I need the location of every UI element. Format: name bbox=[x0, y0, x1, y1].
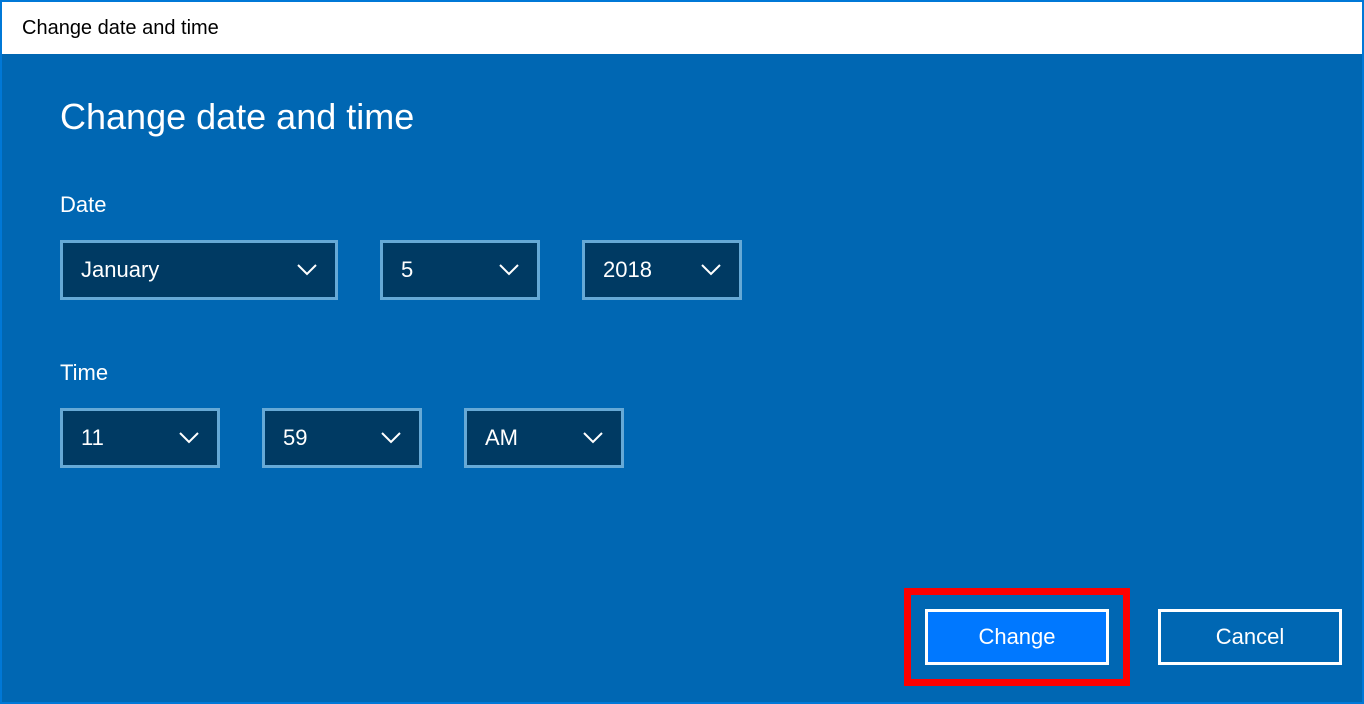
chevron-down-icon bbox=[297, 264, 317, 276]
date-row: January 5 2018 bbox=[60, 240, 1362, 300]
hour-value: 11 bbox=[81, 425, 104, 451]
day-value: 5 bbox=[401, 257, 413, 283]
chevron-down-icon bbox=[179, 432, 199, 444]
minute-dropdown[interactable]: 59 bbox=[262, 408, 422, 468]
chevron-down-icon bbox=[701, 264, 721, 276]
page-heading: Change date and time bbox=[60, 96, 1362, 138]
content-area: Change date and time Date January 5 2018 bbox=[2, 54, 1362, 702]
button-row: Change Cancel bbox=[904, 588, 1342, 686]
change-date-time-window: Change date and time Change date and tim… bbox=[0, 0, 1364, 704]
chevron-down-icon bbox=[583, 432, 603, 444]
change-button-label: Change bbox=[978, 624, 1055, 650]
month-value: January bbox=[81, 257, 159, 283]
year-dropdown[interactable]: 2018 bbox=[582, 240, 742, 300]
month-dropdown[interactable]: January bbox=[60, 240, 338, 300]
window-title: Change date and time bbox=[22, 17, 219, 40]
minute-value: 59 bbox=[283, 425, 307, 451]
title-bar: Change date and time bbox=[2, 2, 1362, 54]
ampm-dropdown[interactable]: AM bbox=[464, 408, 624, 468]
chevron-down-icon bbox=[499, 264, 519, 276]
hour-dropdown[interactable]: 11 bbox=[60, 408, 220, 468]
highlight-annotation: Change bbox=[904, 588, 1130, 686]
time-label: Time bbox=[60, 360, 1362, 386]
cancel-button-label: Cancel bbox=[1216, 624, 1284, 650]
time-row: 11 59 AM bbox=[60, 408, 1362, 468]
cancel-button[interactable]: Cancel bbox=[1158, 609, 1342, 665]
ampm-value: AM bbox=[485, 425, 518, 451]
year-value: 2018 bbox=[603, 257, 652, 283]
change-button[interactable]: Change bbox=[925, 609, 1109, 665]
date-label: Date bbox=[60, 192, 1362, 218]
day-dropdown[interactable]: 5 bbox=[380, 240, 540, 300]
chevron-down-icon bbox=[381, 432, 401, 444]
